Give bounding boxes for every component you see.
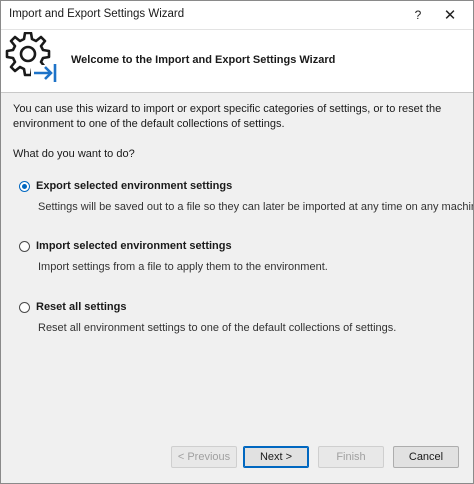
question-label: What do you want to do? [13,148,135,160]
option-export-label[interactable]: Export selected environment settings [36,180,232,192]
finish-button[interactable]: Finish [318,446,384,468]
radio-export[interactable] [19,181,30,192]
wizard-window: Import and Export Settings Wizard ? ✕ We… [0,0,474,484]
option-reset-label[interactable]: Reset all settings [36,301,126,313]
radio-import[interactable] [19,241,30,252]
header-title: Welcome to the Import and Export Setting… [71,54,336,66]
settings-export-icon [5,32,57,82]
help-button[interactable]: ? [405,4,431,26]
title-bar: Import and Export Settings Wizard ? ✕ [1,1,473,30]
previous-button[interactable]: < Previous [171,446,237,468]
window-title: Import and Export Settings Wizard [9,8,185,20]
wizard-header: Welcome to the Import and Export Setting… [1,30,473,93]
close-button[interactable]: ✕ [437,4,463,26]
next-button[interactable]: Next > [243,446,309,468]
radio-reset[interactable] [19,302,30,313]
option-reset-description: Reset all environment settings to one of… [38,322,397,334]
option-import-label[interactable]: Import selected environment settings [36,240,232,252]
cancel-button[interactable]: Cancel [393,446,459,468]
option-export-description: Settings will be saved out to a file so … [38,201,474,213]
button-bar: < Previous Next > Finish Cancel [1,433,473,483]
option-import-description: Import settings from a file to apply the… [38,261,328,273]
intro-text: You can use this wizard to import or exp… [13,103,442,130]
